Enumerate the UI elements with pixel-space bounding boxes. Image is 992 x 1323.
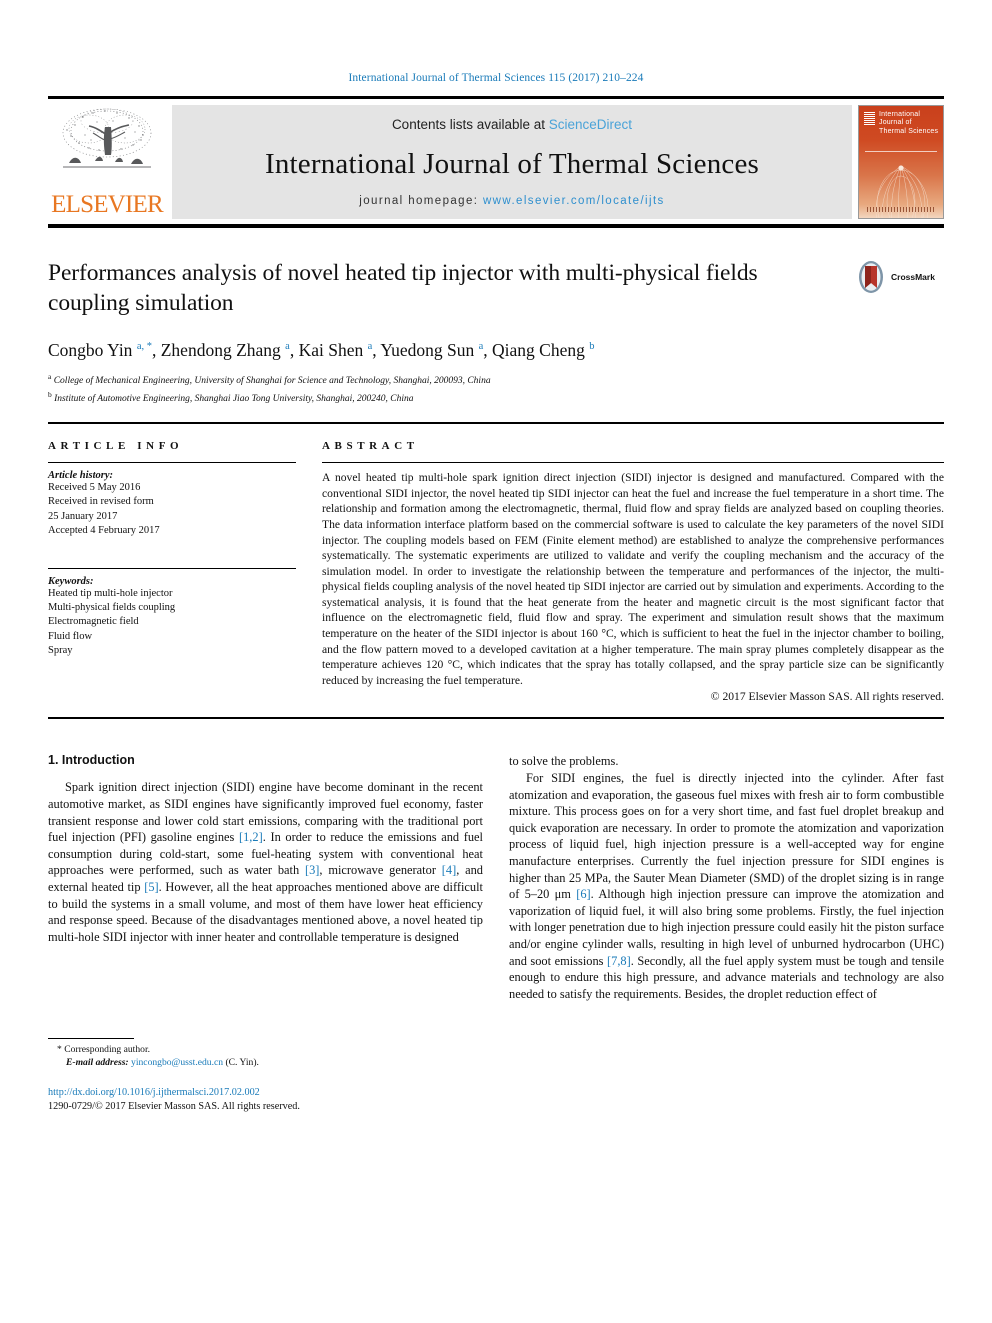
abstract-copyright: © 2017 Elsevier Masson SAS. All rights r… [710,690,944,704]
crossmark-label: CrossMark [891,272,935,282]
sciencedirect-link[interactable]: ScienceDirect [549,117,632,132]
contents-prefix: Contents lists available at [391,117,549,132]
elsevier-wordmark: ELSEVIER [51,191,163,218]
body-column-right: to solve the problems. For SIDI engines,… [509,753,944,1113]
journal-homepage-line: journal homepage: www.elsevier.com/locat… [359,195,664,207]
email-label: E-mail address: [66,1057,129,1069]
intro-paragraph-left: Spark ignition direct injection (SIDI) e… [48,780,483,944]
crossmark-icon [859,261,883,293]
article-history-2: Received in revised form [48,496,154,508]
article-history-label: Article history: [48,470,114,482]
left-column-footer-area: * Corresponding author. E-mail address: … [48,945,483,1113]
journal-cover-thumbnail: International Journal of Thermal Science… [858,105,944,219]
masthead-center: Contents lists available at ScienceDirec… [172,105,852,219]
elsevier-tree-icon [62,108,152,168]
paper-page: International Journal of Thermal Science… [0,0,992,1323]
journal-masthead: ELSEVIER Contents lists available at Sci… [48,96,944,228]
doi-block: http://dx.doi.org/10.1016/j.ijthermalsci… [48,1086,483,1113]
body-columns: 1. Introduction Spark ignition direct in… [48,753,944,1113]
affiliation-a-text: College of Mechanical Engineering, Unive… [53,375,491,386]
abstract-heading: ABSTRACT [322,440,419,453]
page-title: Performances analysis of novel heated ti… [48,260,758,316]
corresponding-author-line: * Corresponding author. [48,1043,483,1056]
crossmark-badge[interactable]: CrossMark [854,258,944,294]
affiliation-mark-a: a [48,371,52,381]
doi-link[interactable]: http://dx.doi.org/10.1016/j.ijthermalsci… [48,1086,483,1100]
corresponding-author-text: Corresponding author. [64,1044,151,1056]
abstract-rule [322,462,944,464]
keyword-2: Multi-physical fields coupling [48,602,176,614]
affiliation-b: b Institute of Automotive Engineering, S… [48,388,944,406]
keyword-4: Fluid flow [48,630,93,642]
article-info-column: ARTICLE INFO Article history: Received 5… [48,440,296,703]
abstract-column: ABSTRACT A novel heated tip multi-hole s… [322,440,944,703]
keyword-5: Spray [48,644,73,656]
article-history-1: Received 5 May 2016 [48,482,141,494]
article-history-3: 25 January 2017 [48,510,118,522]
corresponding-marker: * [57,1044,62,1056]
email-suffix: (C. Yin). [225,1057,259,1069]
footnote-block: * Corresponding author. E-mail address: … [48,1038,483,1113]
article-info-heading: ARTICLE INFO [48,440,184,453]
elsevier-logo: ELSEVIER [48,105,166,219]
body-column-left: 1. Introduction Spark ignition direct in… [48,753,483,1113]
footnote-rule [48,1038,134,1040]
contents-available-line: Contents lists available at ScienceDirec… [392,117,632,132]
keyword-3: Electromagnetic field [48,616,139,628]
author-list: Congbo Yin a, *, Zhendong Zhang a, Kai S… [48,339,595,360]
keywords-label: Keywords: [48,575,94,587]
abstract-text: A novel heated tip multi-hole spark igni… [322,471,944,687]
cover-footer-bar [867,207,935,212]
cover-header: International Journal of Thermal Science… [864,111,939,136]
email-link[interactable]: yincongbo@usst.edu.cn [131,1057,223,1068]
cover-divider [865,151,937,152]
title-text-wrap: Performances analysis of novel heated ti… [48,258,854,318]
email-line: E-mail address: yincongbo@usst.edu.cn (C… [48,1056,483,1069]
journal-title: International Journal of Thermal Science… [264,148,760,180]
info-abstract-band: ARTICLE INFO Article history: Received 5… [48,422,944,703]
intro-paragraph-right: For SIDI engines, the fuel is directly i… [509,771,945,1001]
article-history-4: Accepted 4 February 2017 [48,524,160,536]
band-bottom-rule [48,717,944,720]
cover-title: International Journal of Thermal Science… [879,111,939,135]
affiliation-mark-b: b [48,389,52,399]
title-block: Performances analysis of novel heated ti… [48,258,944,318]
affiliation-a: a College of Mechanical Engineering, Uni… [48,370,944,388]
cover-logo-icon [864,112,875,126]
homepage-prefix: journal homepage: [359,195,483,207]
keywords-rule [48,567,296,569]
section-title-introduction: 1. Introduction [48,753,135,768]
issn-copyright-line: 1290-0729/© 2017 Elsevier Masson SAS. Al… [48,1100,300,1112]
keyword-1: Heated tip multi-hole injector [48,587,173,599]
article-info-rule [48,462,296,464]
intro-paragraph-right-continued: to solve the problems. [509,754,619,769]
running-head: International Journal of Thermal Science… [348,72,644,84]
affiliation-list: a College of Mechanical Engineering, Uni… [48,370,944,406]
journal-homepage-link[interactable]: www.elsevier.com/locate/ijts [483,195,665,207]
affiliation-b-text: Institute of Automotive Engineering, Sha… [54,394,414,405]
